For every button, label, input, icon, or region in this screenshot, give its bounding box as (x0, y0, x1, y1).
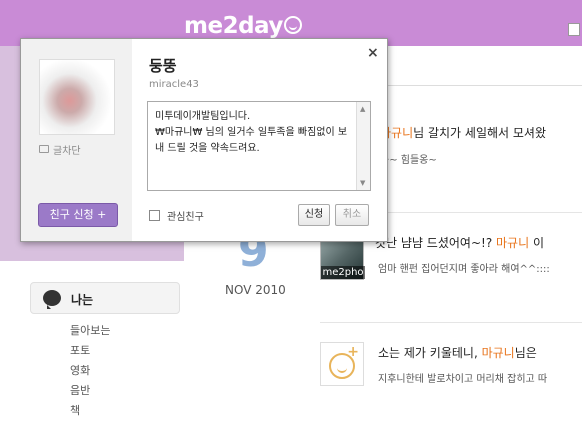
nav-item-browse[interactable]: 들아보는 (70, 322, 110, 338)
message-textarea[interactable]: 미투데이개발팀입니다. ₩마규니₩ 님의 일거수 일투족을 빠짐없이 보내 드릴… (147, 101, 371, 191)
top-right-button[interactable] (568, 23, 580, 36)
post-subtext: 공~ 힘들옹~ (380, 155, 437, 166)
nav-item-book[interactable]: 책 (70, 402, 80, 418)
apply-button[interactable]: 신청 (298, 204, 330, 226)
post-text: 소는 제가 키울테니, 마규니님은 (378, 346, 537, 360)
textarea-scrollbar[interactable]: ▲ ▼ (356, 102, 370, 190)
message-text: 미투데이개발팀입니다. ₩마규니₩ 님의 일거수 일투족을 빠짐없이 보내 드릴… (155, 111, 348, 154)
post-subtext: 엄마 핸펀 집어던지며 좋아라 해여^^:::: (378, 264, 550, 275)
nav-me-section[interactable]: 나는 (30, 282, 180, 314)
nav-me-label: 나는 (71, 293, 94, 307)
post-subtext: 지후니한테 발로차이고 머리채 잡히고 따 (378, 374, 548, 385)
popup-profile-panel: 글차단 친구 신청 + (21, 39, 132, 241)
interest-friend-label: 관심친구 (167, 212, 204, 223)
scroll-up-icon[interactable]: ▲ (360, 105, 365, 113)
nav-item-album[interactable]: 음반 (70, 382, 90, 398)
user-link[interactable]: 마규니 (482, 346, 515, 360)
scroll-down-icon[interactable]: ▼ (360, 179, 365, 187)
speech-bubble-icon (43, 290, 61, 309)
friend-request-button[interactable]: 친구 신청 + (38, 203, 118, 227)
interest-friend-checkbox[interactable] (149, 210, 160, 221)
plus-icon: + (347, 344, 359, 360)
profile-name: 둥뚱 (149, 57, 177, 75)
avatar-default[interactable]: + (320, 342, 364, 386)
block-label[interactable]: 글차단 (53, 142, 81, 157)
avatar-label: me2pho (321, 266, 365, 279)
post-text: 갓난 냠냠 드셨어여~!? 마규니 이 (375, 236, 544, 250)
close-icon[interactable]: × (367, 45, 379, 61)
nav-item-photo[interactable]: 포토 (70, 342, 90, 358)
smile-logo-icon (283, 16, 302, 34)
avatar[interactable]: me2pho (320, 236, 365, 280)
cancel-button[interactable]: 취소 (335, 204, 369, 226)
nav-item-movie[interactable]: 영화 (70, 362, 90, 378)
date-month-year: NOV 2010 (225, 283, 286, 297)
user-link[interactable]: 마규니 (496, 236, 529, 250)
post-divider (320, 322, 582, 323)
profile-username: miracle43 (149, 79, 199, 90)
camera-icon (39, 145, 49, 153)
profile-photo[interactable] (39, 59, 115, 135)
post-text: 마규니님 갈치가 세일해서 모셔왔 (380, 126, 547, 140)
friend-request-popup: 글차단 친구 신청 + 둥뚱 miracle43 × 미투데이개발팀입니다. ₩… (20, 38, 388, 242)
logo[interactable]: me2day (184, 13, 302, 39)
